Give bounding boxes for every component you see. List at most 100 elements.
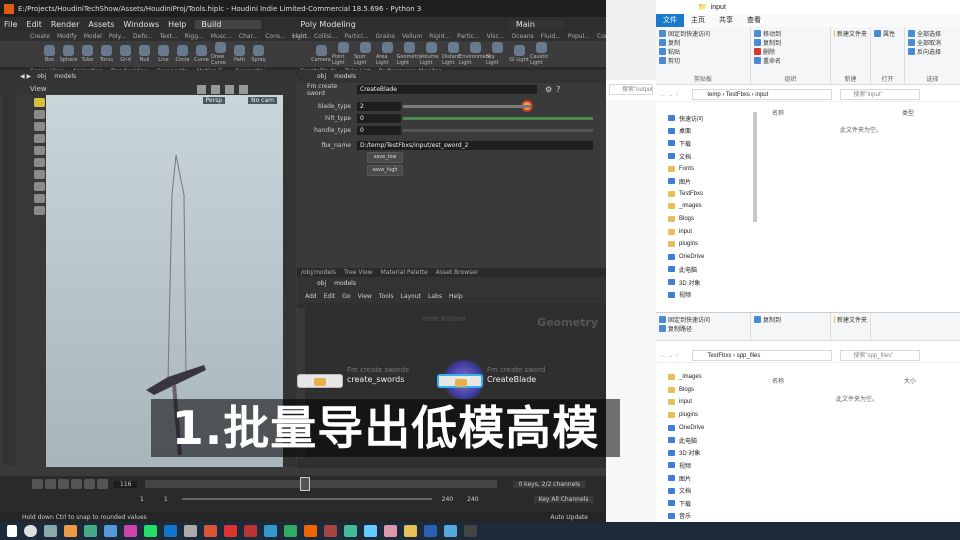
last-frame-button[interactable]	[97, 479, 108, 489]
scale-tool-icon[interactable]	[33, 134, 45, 143]
handle-type-value[interactable]: 0	[357, 125, 401, 135]
app-icon[interactable]	[184, 525, 197, 537]
gear-icon[interactable]: ⚙	[545, 85, 552, 94]
node-create-blade[interactable]	[437, 374, 483, 388]
path-models-2[interactable]: models	[334, 73, 356, 80]
network-tab-2[interactable]: Material Palette	[381, 269, 428, 276]
app-icon[interactable]	[284, 525, 297, 537]
save-low-button[interactable]: save_low	[367, 152, 403, 163]
network-menu-0[interactable]: Add	[305, 293, 317, 300]
bottom-nav-item[interactable]: 下载	[668, 497, 756, 510]
network-tab-3[interactable]: Asset Browser	[436, 269, 479, 276]
app-icon[interactable]	[404, 525, 417, 537]
search-icon[interactable]	[24, 525, 37, 537]
invert-selection[interactable]: 反向选择	[908, 47, 957, 56]
camera-menu[interactable]: No cam	[248, 97, 277, 104]
top-nav-item[interactable]: Fonts	[668, 162, 756, 175]
app-icon[interactable]	[64, 525, 77, 537]
tab-home[interactable]: 主页	[684, 14, 712, 27]
network-tab-0[interactable]: /obj/models	[301, 269, 336, 276]
menu-assets[interactable]: Assets	[88, 20, 114, 29]
pin-quick-access-b[interactable]: 固定到快速访问	[659, 315, 747, 324]
menu-help[interactable]: Help	[168, 20, 186, 29]
top-nav-item[interactable]: Blogs	[668, 213, 756, 226]
shelf-tab-r-8[interactable]: Oceans	[511, 33, 533, 40]
tab-share[interactable]: 共享	[712, 14, 740, 27]
bottom-nav-item[interactable]: plugins	[668, 409, 756, 422]
help-icon[interactable]: ?	[556, 85, 560, 94]
top-nav-item[interactable]: 文档	[668, 150, 756, 163]
blade-type-slider[interactable]	[403, 104, 531, 108]
shelf-tool-9[interactable]: Draw Curve	[211, 42, 230, 66]
path-obj-2[interactable]: obj	[317, 73, 326, 80]
pose-tool-icon[interactable]	[33, 158, 45, 167]
desktop-poly[interactable]: Poly Modeling	[270, 20, 355, 29]
shelf-tab-r-6[interactable]: Partic...	[457, 33, 480, 40]
address-field-b[interactable]: TestFbxs › spp_files	[692, 350, 833, 361]
app-icon[interactable]	[344, 525, 357, 537]
network-menu-7[interactable]: Help	[449, 293, 463, 300]
shelf-tool-4[interactable]: Grid	[116, 45, 135, 63]
app-icon[interactable]	[384, 525, 397, 537]
network-menu-3[interactable]: View	[358, 293, 372, 300]
copy-button[interactable]: 复制	[659, 38, 747, 47]
top-nav-item[interactable]: 视频	[668, 288, 756, 301]
shelf-tab-7[interactable]: Musc...	[211, 33, 232, 40]
top-nav-item[interactable]: 快速访问	[668, 112, 756, 125]
camera-tool-icon[interactable]	[33, 170, 45, 179]
handle-tool-icon[interactable]	[33, 146, 45, 155]
start-icon[interactable]	[7, 525, 17, 537]
shelf-tool-r-9[interactable]: GI Light	[508, 45, 530, 63]
shelf-tool-r-1[interactable]: Point Light	[332, 42, 354, 66]
stop-button[interactable]	[58, 479, 69, 489]
app-icon[interactable]	[204, 525, 217, 537]
column-size-b[interactable]: 大小	[904, 376, 916, 385]
shelf-tool-6[interactable]: Line	[154, 45, 173, 63]
copy-button-b[interactable]: 复制路径	[659, 324, 747, 333]
select-all[interactable]: 全部选择	[908, 29, 957, 38]
prev-frame-button[interactable]	[45, 479, 56, 489]
auto-update[interactable]: Auto Update	[550, 514, 588, 521]
paint-icon[interactable]	[33, 206, 45, 215]
play-button[interactable]	[71, 479, 82, 489]
bottom-nav-item[interactable]: 图片	[668, 472, 756, 485]
app-icon[interactable]	[124, 525, 137, 537]
shelf-tool-8[interactable]: Curve	[192, 45, 211, 63]
net-path-obj[interactable]: obj	[317, 280, 326, 287]
bottom-nav-item[interactable]: input	[668, 396, 756, 409]
menu-edit[interactable]: Edit	[26, 20, 42, 29]
path-models[interactable]: models	[54, 73, 76, 80]
blade-type-value[interactable]: 2	[357, 101, 401, 111]
copy-to-button[interactable]: 复制到	[754, 38, 827, 47]
view-tool-icon[interactable]	[238, 84, 248, 94]
shelf-tool-r-0[interactable]: Camera	[310, 45, 332, 63]
menu-windows[interactable]: Windows	[123, 20, 159, 29]
shelf-tool-7[interactable]: Circle	[173, 45, 192, 63]
bottom-nav-item[interactable]: 此电脑	[668, 434, 756, 447]
view-tool-icon[interactable]	[210, 84, 220, 94]
network-tab-1[interactable]: Tree View	[344, 269, 373, 276]
range-end[interactable]: 240	[442, 496, 453, 503]
network-menu-4[interactable]: Tools	[379, 293, 394, 300]
shelf-tool-r-10[interactable]: Caustic Light	[530, 42, 552, 66]
range-end-2[interactable]: 240	[467, 496, 478, 503]
top-nav-item[interactable]: 桌面	[668, 125, 756, 138]
top-nav-item[interactable]: plugins	[668, 238, 756, 251]
shelf-tool-0[interactable]: Box	[40, 45, 59, 63]
search-input[interactable]: 搜索"input"	[840, 89, 921, 100]
tab-view[interactable]: 查看	[740, 14, 768, 27]
app-icon[interactable]	[164, 525, 177, 537]
new-folder-button-b[interactable]: 新建文件夹	[834, 315, 867, 324]
shelf-tab-r-10[interactable]: Popul...	[568, 33, 590, 40]
shelf-tab-0[interactable]: Create	[30, 33, 50, 40]
shelf-tab-6[interactable]: Rigg...	[185, 33, 204, 40]
next-frame-button[interactable]	[84, 479, 95, 489]
app-icon[interactable]	[264, 525, 277, 537]
shelf-tool-r-7[interactable]: Environment Light	[459, 42, 491, 66]
timeline-bar[interactable]	[145, 477, 498, 491]
network-menu-1[interactable]: Edit	[324, 293, 336, 300]
address-field[interactable]: temp › TestFbxs › input	[692, 89, 833, 100]
tab-file[interactable]: 文件	[656, 14, 684, 27]
top-nav-item[interactable]: input	[668, 225, 756, 238]
cut-button[interactable]: 剪切	[659, 56, 747, 65]
